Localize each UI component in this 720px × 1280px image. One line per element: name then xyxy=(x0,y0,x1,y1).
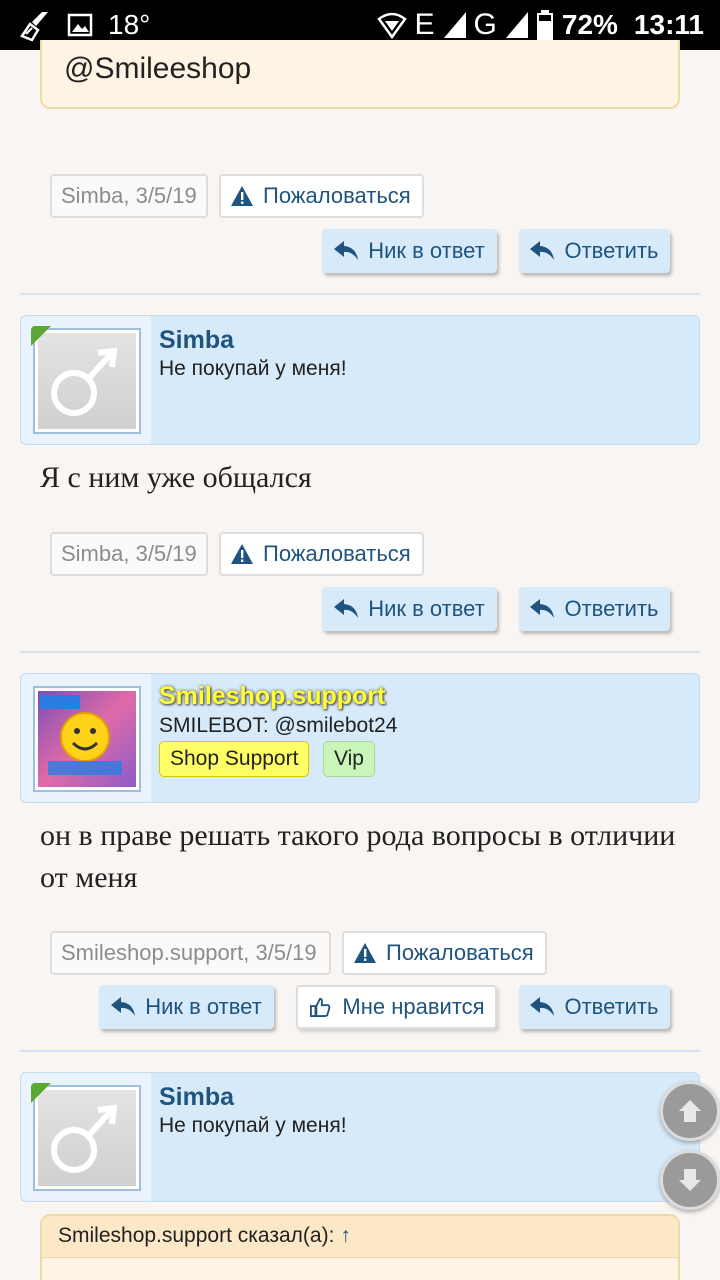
like-button[interactable]: Мне нравится xyxy=(296,985,497,1029)
post-divider xyxy=(20,293,700,295)
post-header: Simba Не покупай у меня! xyxy=(20,315,700,445)
reply-label: Ответить xyxy=(564,994,659,1019)
post-text: Я с ним уже общался xyxy=(40,461,312,494)
clock: 13:11 xyxy=(633,9,704,40)
user-name[interactable]: Smileshop.support xyxy=(159,682,385,711)
signal-icon xyxy=(505,12,528,38)
like-label: Мне нравится xyxy=(342,994,485,1019)
reply-button[interactable]: Ответить xyxy=(519,985,670,1029)
reply-icon xyxy=(334,241,359,260)
smiley-logo-icon xyxy=(40,695,122,775)
post-header: Simba Не покупай у меня! xyxy=(20,1072,700,1202)
quote-text: @Smileeshop xyxy=(64,52,252,85)
reply-icon xyxy=(530,241,555,260)
arrow-up-icon xyxy=(679,1100,701,1122)
report-label: Пожаловаться xyxy=(263,183,411,208)
reply-icon xyxy=(530,599,555,618)
quote-source-link[interactable]: ↑ xyxy=(340,1224,351,1247)
reply-button[interactable]: Ответить xyxy=(519,229,670,273)
shop-support-badge: Shop Support xyxy=(159,741,310,777)
reply-nick-label: Ник в ответ xyxy=(368,238,485,263)
image-icon xyxy=(67,13,93,37)
online-indicator xyxy=(31,326,51,346)
arrow-down-icon xyxy=(679,1169,701,1191)
reply-nick-label: Ник в ответ xyxy=(145,994,262,1019)
reply-nick-button[interactable]: Ник в ответ xyxy=(99,985,274,1029)
post-meta[interactable]: Smileshop.support, 3/5/19 xyxy=(50,931,331,975)
post-header: Smileshop.support SMILEBOT: @smilebot24 … xyxy=(20,673,700,803)
post-author[interactable]: Smileshop.support xyxy=(61,940,243,966)
post-date: , 3/5/19 xyxy=(243,940,317,965)
user-title: SMILEBOT: @smilebot24 xyxy=(159,714,398,737)
quote-block: @Smileeshop xyxy=(40,40,680,109)
scroll-up-button[interactable] xyxy=(660,1081,720,1141)
avatar-column xyxy=(21,674,151,802)
signal-icon xyxy=(443,12,466,38)
vip-badge: Vip xyxy=(323,741,375,777)
battery-percent: 72% xyxy=(561,9,618,40)
thumbs-up-icon xyxy=(310,997,331,1017)
network-type-2: G xyxy=(473,8,498,41)
report-label: Пожаловаться xyxy=(386,940,534,965)
report-button[interactable]: Пожаловаться xyxy=(219,532,424,576)
post-date: , 3/5/19 xyxy=(123,541,197,566)
scroll-down-button[interactable] xyxy=(660,1150,720,1210)
battery-icon xyxy=(536,10,553,40)
report-label: Пожаловаться xyxy=(263,541,411,566)
male-avatar-icon xyxy=(51,1104,118,1173)
user-name[interactable]: Simba xyxy=(159,326,234,355)
online-indicator xyxy=(31,1083,51,1103)
quote-block: Smileshop.support сказал(а): ↑ xyxy=(40,1214,680,1280)
user-name[interactable]: Simba xyxy=(159,1083,234,1112)
warning-icon xyxy=(231,544,253,564)
report-button[interactable]: Пожаловаться xyxy=(219,174,424,218)
post-meta[interactable]: Simba, 3/5/19 xyxy=(50,532,208,576)
reply-nick-button[interactable]: Ник в ответ xyxy=(322,229,497,273)
broom-icon xyxy=(20,12,48,42)
user-title: Не покупай у меня! xyxy=(159,1114,347,1137)
post-date: , 3/5/19 xyxy=(123,183,197,208)
post-divider xyxy=(20,651,700,653)
post-divider xyxy=(20,1050,700,1052)
avatar[interactable] xyxy=(33,686,141,792)
post-author[interactable]: Simba xyxy=(61,183,123,209)
male-avatar-icon xyxy=(51,347,118,416)
reply-icon xyxy=(334,599,359,618)
reply-label: Ответить xyxy=(564,238,659,263)
reply-nick-button[interactable]: Ник в ответ xyxy=(322,587,497,631)
quote-author: Smileshop.support сказал(а): xyxy=(58,1224,335,1247)
post-author[interactable]: Simba xyxy=(61,541,123,567)
warning-icon xyxy=(231,186,253,206)
warning-icon xyxy=(354,943,376,963)
temperature: 18° xyxy=(108,9,151,40)
reply-label: Ответить xyxy=(564,596,659,621)
report-button[interactable]: Пожаловаться xyxy=(342,931,547,975)
reply-icon xyxy=(111,997,136,1016)
reply-nick-label: Ник в ответ xyxy=(368,596,485,621)
post-text: он в праве решать такого рода вопросы в … xyxy=(40,819,676,894)
quote-header: Smileshop.support сказал(а): ↑ xyxy=(42,1216,678,1258)
wifi-icon xyxy=(376,12,407,39)
network-type: E xyxy=(414,8,436,41)
user-title: Не покупай у меня! xyxy=(159,357,347,380)
reply-icon xyxy=(530,997,555,1016)
post-meta[interactable]: Simba, 3/5/19 xyxy=(50,174,208,218)
reply-button[interactable]: Ответить xyxy=(519,587,670,631)
